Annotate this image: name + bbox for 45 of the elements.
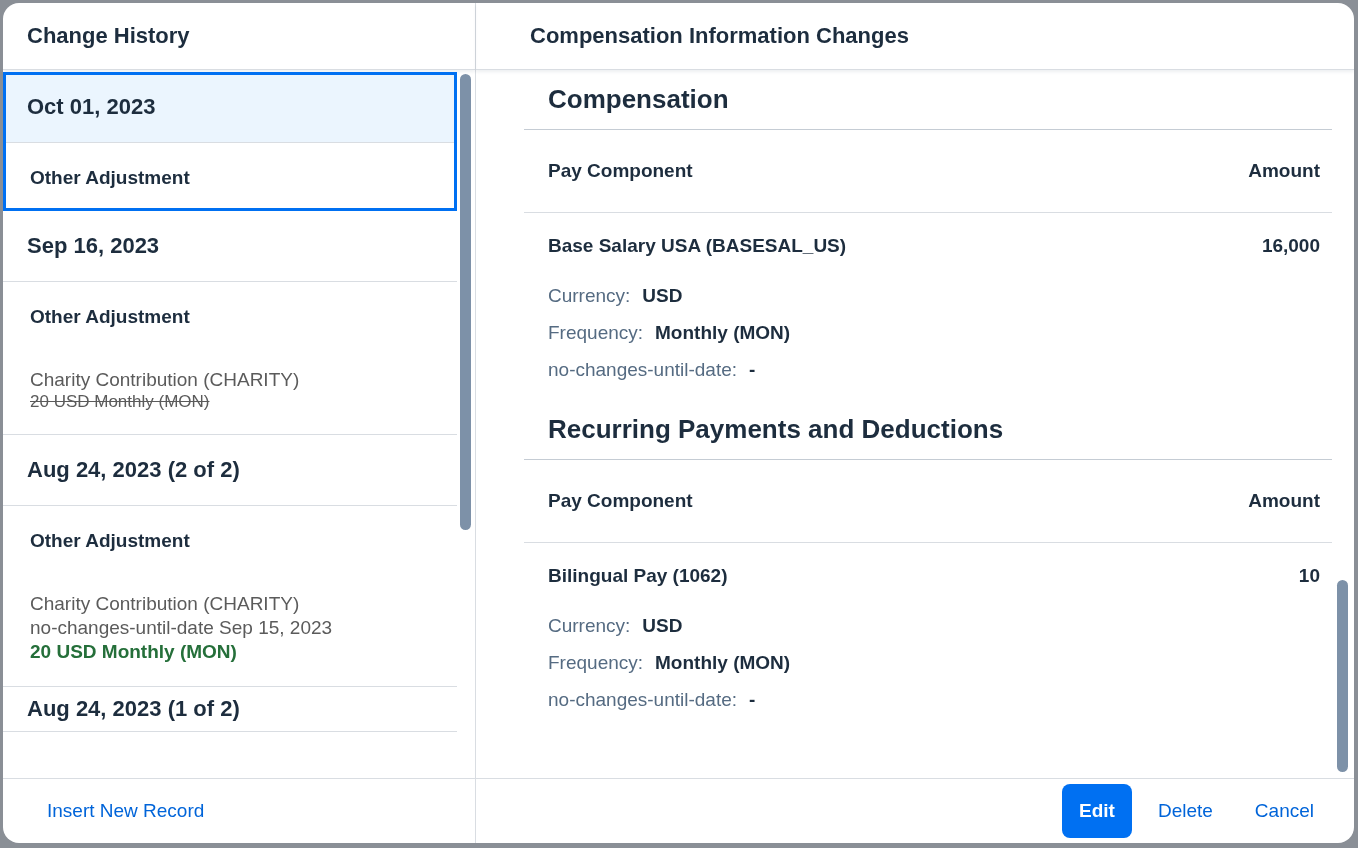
history-record[interactable]: Aug 24, 2023 (2 of 2) Other Adjustment Charity Contribution (CHARITY) no-changes-until-date Sep 15, 2023 20 USD Monthly (MON) bbox=[3, 435, 457, 687]
entry-title: Other Adjustment bbox=[30, 306, 191, 328]
field-label: no-changes-until-date: bbox=[548, 359, 738, 380]
added-value: 20 USD Monthly (MON) bbox=[30, 640, 238, 664]
amount-value: 10 bbox=[1298, 565, 1320, 587]
scrollbar-thumb[interactable] bbox=[460, 74, 471, 530]
footer-button[interactable]: Delete bbox=[1141, 784, 1229, 838]
change-detail: Charity Contribution (CHARITY) bbox=[30, 592, 301, 616]
column-header: Amount bbox=[1248, 490, 1320, 512]
field-label: Currency: bbox=[548, 615, 631, 636]
field-value: Monthly (MON) bbox=[655, 322, 791, 343]
record-date: Sep 16, 2023 bbox=[3, 211, 457, 282]
amount-value: 16,000 bbox=[1261, 235, 1320, 257]
column-header: Pay Component bbox=[548, 490, 693, 512]
record-date[interactable]: Aug 24, 2023 (1 of 2) bbox=[3, 687, 457, 731]
record-date: Aug 24, 2023 (2 of 2) bbox=[3, 435, 457, 506]
field-value: USD bbox=[642, 615, 683, 636]
field-value: - bbox=[749, 689, 756, 710]
entry-title: Other Adjustment bbox=[30, 530, 191, 552]
column-header: Amount bbox=[1248, 160, 1320, 182]
insert-record-link[interactable]: Insert New Record bbox=[47, 800, 205, 822]
removed-value: 20 USD Monthly (MON) bbox=[30, 392, 211, 412]
entry-title: Other Adjustment bbox=[30, 167, 191, 189]
field-label: Frequency: bbox=[548, 322, 644, 343]
history-record[interactable]: Oct 01, 2023 Other Adjustment bbox=[3, 72, 457, 211]
field-label: Frequency: bbox=[548, 652, 644, 673]
record-date: Oct 01, 2023 bbox=[3, 72, 457, 143]
history-record[interactable]: Sep 16, 2023 Other Adjustment Charity Contribution (CHARITY) 20 USD Monthly (MON) bbox=[3, 211, 457, 435]
panel-title: Change History bbox=[26, 23, 190, 49]
panel-title: Compensation Information Changes bbox=[529, 23, 909, 49]
change-detail: no-changes-until-date Sep 15, 2023 bbox=[30, 616, 334, 640]
pay-component-name: Base Salary USA (BASESAL_US) bbox=[548, 235, 847, 257]
field-value: - bbox=[749, 359, 756, 380]
change-detail: Charity Contribution (CHARITY) bbox=[30, 368, 301, 392]
footer-button[interactable]: Cancel bbox=[1238, 784, 1330, 838]
pay-component-name: Bilingual Pay (1062) bbox=[548, 565, 728, 587]
edit-button[interactable]: Edit bbox=[1062, 784, 1132, 838]
scrollbar-thumb[interactable] bbox=[1337, 580, 1348, 772]
field-label: Currency: bbox=[548, 285, 631, 306]
field-label: no-changes-until-date: bbox=[548, 689, 738, 710]
column-header: Pay Component bbox=[548, 160, 693, 182]
field-value: Monthly (MON) bbox=[655, 652, 791, 673]
field-value: USD bbox=[642, 285, 683, 306]
section-title: Recurring Payments and Deductions bbox=[524, 408, 1332, 460]
section-title: Compensation bbox=[524, 78, 1332, 130]
